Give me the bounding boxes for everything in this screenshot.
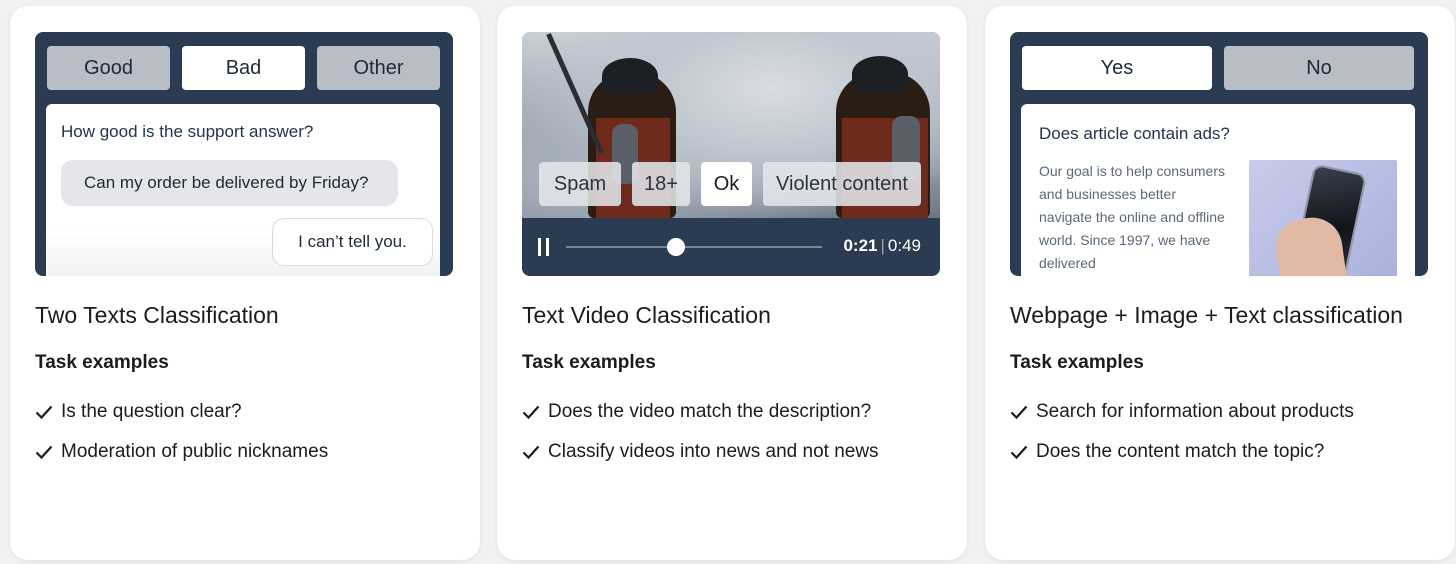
- task-examples-heading: Task examples: [1010, 352, 1144, 373]
- preview-webpage: Yes No Does article contain ads? Our goa…: [1010, 32, 1428, 276]
- task-item: Moderation of public nicknames: [35, 432, 328, 472]
- card-text-video[interactable]: Spam 18+ Ok Violent content 0:21 | 0:49 Te…: [497, 6, 967, 560]
- chat-panel: How good is the support answer? Can my o…: [46, 104, 440, 276]
- task-item: Does the video match the description?: [522, 392, 879, 432]
- card-title: Two Texts Classification: [35, 302, 279, 328]
- tag-violent-content[interactable]: Violent content: [763, 162, 921, 206]
- article-body: Our goal is to help consumers and busine…: [1039, 163, 1225, 271]
- pause-icon[interactable]: [538, 238, 550, 256]
- task-item: Search for information about products: [1010, 392, 1354, 432]
- time-display: 0:21 | 0:49: [843, 236, 921, 256]
- message-support: I can’t tell you.: [272, 218, 433, 266]
- video-controls: 0:21 | 0:49: [522, 218, 940, 276]
- progress-knob[interactable]: [667, 238, 686, 256]
- task-item: Classify videos into news and not news: [522, 432, 879, 472]
- article-panel: Does article contain ads? Our goal is to…: [1021, 104, 1415, 276]
- label-tags: Spam 18+ Ok Violent content: [539, 162, 921, 206]
- tab-good[interactable]: Good: [47, 46, 170, 90]
- check-icon: [35, 445, 53, 460]
- card-title: Webpage + Image + Text classification: [1010, 302, 1403, 328]
- progress-track[interactable]: [566, 238, 822, 256]
- phone-image: [1249, 160, 1397, 276]
- task-examples-heading: Task examples: [35, 352, 169, 373]
- check-icon: [522, 445, 540, 460]
- task-text: Does the video match the description?: [548, 401, 872, 422]
- task-text: Classify videos into news and not news: [548, 441, 879, 462]
- card-webpage-image-text[interactable]: Yes No Does article contain ads? Our goa…: [985, 6, 1455, 560]
- tab-no[interactable]: No: [1224, 46, 1414, 90]
- tab-bad[interactable]: Bad: [182, 46, 305, 90]
- label-tabs: Good Bad Other: [47, 46, 440, 90]
- task-list: Does the video match the description? Cl…: [522, 392, 879, 472]
- answer-tabs: Yes No: [1022, 46, 1414, 90]
- check-icon: [35, 405, 53, 420]
- task-examples-heading: Task examples: [522, 352, 656, 373]
- tab-yes[interactable]: Yes: [1022, 46, 1212, 90]
- task-list: Search for information about products Do…: [1010, 392, 1354, 472]
- preview-two-texts: Good Bad Other How good is the support a…: [35, 32, 453, 276]
- tag-spam[interactable]: Spam: [539, 162, 621, 206]
- task-item: Is the question clear?: [35, 392, 328, 432]
- check-icon: [1010, 445, 1028, 460]
- chat-question: How good is the support answer?: [61, 122, 314, 141]
- tag-18-plus[interactable]: 18+: [632, 162, 690, 206]
- helmet: [852, 56, 908, 92]
- article-question: Does article contain ads?: [1039, 124, 1230, 143]
- helmet: [602, 58, 658, 94]
- video-frame[interactable]: Spam 18+ Ok Violent content: [522, 32, 940, 218]
- time-total: 0:49: [887, 236, 921, 255]
- check-icon: [1010, 405, 1028, 420]
- task-list: Is the question clear? Moderation of pub…: [35, 392, 328, 472]
- task-text: Moderation of public nicknames: [61, 441, 329, 462]
- task-text: Does the content match the topic?: [1036, 441, 1325, 462]
- card-grid: Good Bad Other How good is the support a…: [0, 0, 1456, 564]
- task-text: Search for information about products: [1036, 401, 1354, 422]
- card-two-texts[interactable]: Good Bad Other How good is the support a…: [10, 6, 480, 560]
- check-icon: [522, 405, 540, 420]
- time-separator: |: [880, 236, 885, 255]
- task-text: Is the question clear?: [61, 401, 242, 422]
- message-customer: Can my order be delivered by Friday?: [61, 160, 398, 206]
- task-item: Does the content match the topic?: [1010, 432, 1354, 472]
- tab-other[interactable]: Other: [317, 46, 440, 90]
- tag-ok[interactable]: Ok: [701, 162, 752, 206]
- card-title: Text Video Classification: [522, 302, 771, 328]
- time-current: 0:21: [843, 236, 878, 255]
- preview-video: Spam 18+ Ok Violent content 0:21 | 0:49: [522, 32, 940, 276]
